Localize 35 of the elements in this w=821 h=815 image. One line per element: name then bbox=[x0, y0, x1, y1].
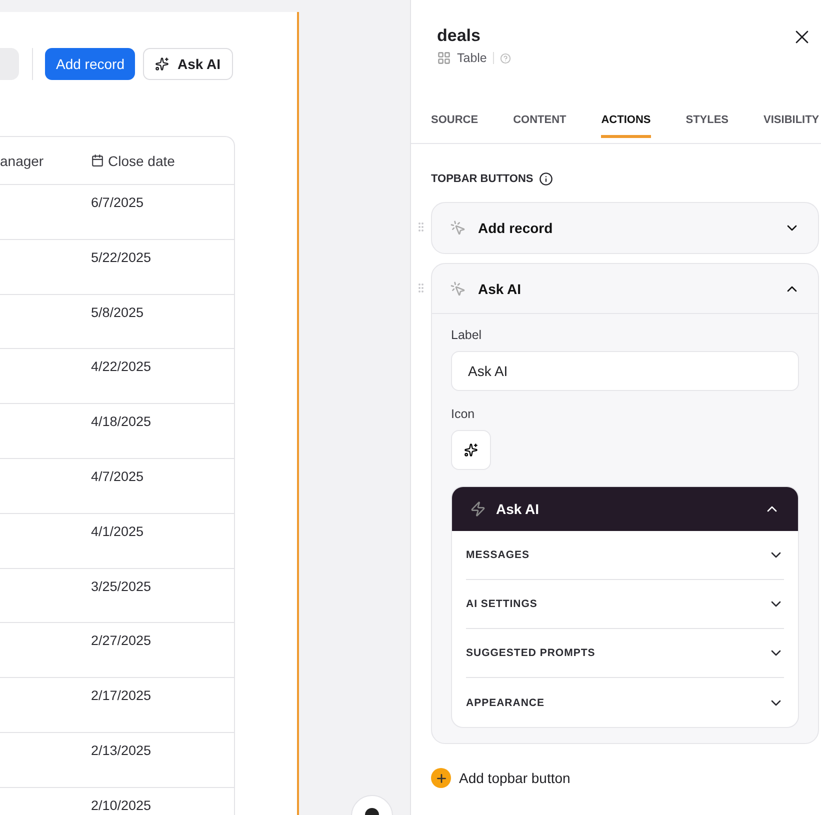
table-cell-text: 2/10/2025 bbox=[91, 798, 152, 815]
card-header[interactable]: Add record bbox=[432, 203, 818, 253]
action-header[interactable]: Ask AI bbox=[452, 487, 798, 531]
toolbar-button[interactable]: Ask AI bbox=[143, 48, 233, 80]
table-cell-text: 2/17/2025 bbox=[91, 688, 152, 706]
panel-title: deals bbox=[437, 26, 482, 46]
table-cell-text: 6/7/2025 bbox=[91, 195, 145, 212]
settings-section[interactable]: MESSAGES bbox=[466, 531, 784, 580]
settings-section[interactable]: APPEARANCE bbox=[466, 678, 784, 727]
table-cell-text: 5/8/2025 bbox=[91, 304, 145, 322]
table-cell-text: 2/27/2025 bbox=[91, 633, 152, 650]
table-cell-text: 4/1/2025 bbox=[91, 524, 145, 541]
column-header[interactable]: anager bbox=[0, 152, 91, 168]
tab[interactable]: SOURCE bbox=[431, 100, 478, 138]
label-input[interactable]: Ask AI bbox=[451, 351, 799, 391]
tab[interactable]: VISIBILITY bbox=[764, 100, 820, 138]
field-label: Label bbox=[451, 328, 483, 342]
add-topbar-button[interactable]: Add topbar button bbox=[431, 768, 570, 788]
card-header[interactable]: Ask AI bbox=[432, 264, 818, 314]
settings-section[interactable]: SUGGESTED PROMPTS bbox=[466, 629, 784, 678]
table-cell-text: 4/7/2025 bbox=[91, 468, 145, 486]
table-cell-text: 3/25/2025 bbox=[91, 578, 152, 596]
table-cell-text: 2/13/2025 bbox=[91, 742, 152, 760]
tab[interactable]: STYLES bbox=[686, 100, 729, 138]
tab[interactable]: ACTIONS bbox=[601, 100, 651, 138]
table-cell-text: 4/22/2025 bbox=[91, 359, 152, 376]
component-type: Table bbox=[457, 51, 487, 65]
table-cell-text: 4/18/2025 bbox=[91, 414, 152, 432]
column-header[interactable]: Close date bbox=[108, 152, 175, 168]
table-cell-text: 5/22/2025 bbox=[91, 250, 152, 267]
field-label: Icon bbox=[451, 407, 476, 421]
section-title: TOPBAR BUTTONS bbox=[431, 173, 534, 185]
toolbar-button[interactable]: Add record bbox=[45, 48, 136, 80]
tab[interactable]: CONTENT bbox=[513, 100, 566, 138]
settings-section[interactable]: AI SETTINGS bbox=[466, 580, 784, 629]
